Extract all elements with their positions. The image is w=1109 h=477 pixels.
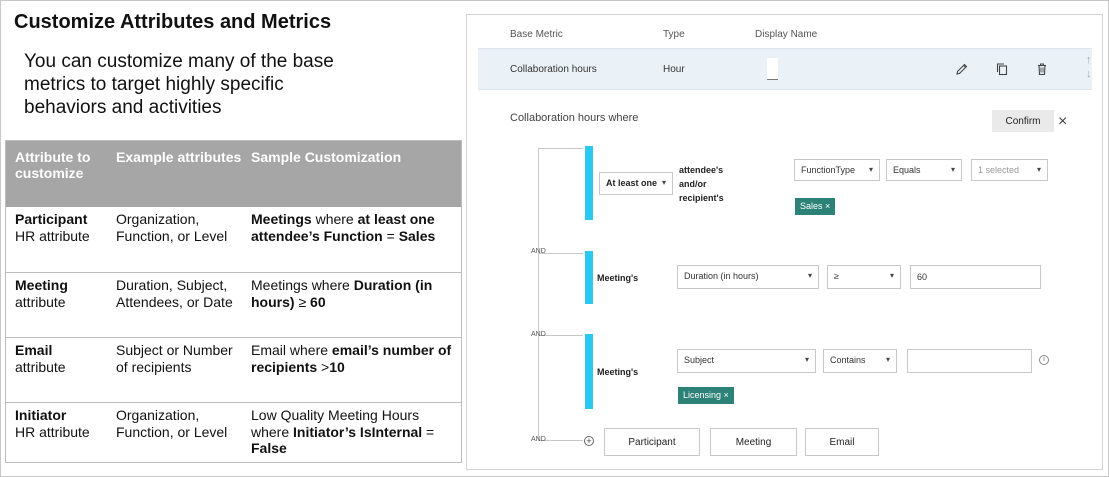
selected-tag[interactable]: Sales × — [795, 198, 836, 215]
example-attributes: Organization, Function, or Level — [116, 211, 228, 244]
info-icon[interactable]: i — [1039, 355, 1049, 365]
col-header-base-metric: Base Metric — [510, 29, 563, 40]
condition-label: Meeting's — [597, 273, 639, 283]
example-attributes: Duration, Subject, Attendees, or Date — [116, 277, 233, 310]
condition-marker — [585, 146, 593, 220]
condition-marker — [585, 334, 593, 409]
sample-segment: Meetings — [251, 211, 312, 227]
arrow-down-icon[interactable]: ↓ — [1086, 67, 1092, 81]
operator-dropdown[interactable]: ≥ ▾ — [827, 265, 901, 289]
page-title: Customize Attributes and Metrics — [14, 11, 332, 33]
and-label: AND — [531, 331, 546, 338]
sample-segment: Sales — [398, 227, 436, 244]
attribute-name: Participant — [15, 211, 88, 227]
attribute-kind: attribute — [15, 358, 66, 375]
tree-connector — [538, 148, 539, 440]
base-metric-value: Collaboration hours — [510, 64, 597, 75]
confirm-button[interactable]: Confirm — [992, 110, 1054, 132]
edit-icon[interactable] — [954, 61, 970, 77]
sample-segment: = — [422, 423, 435, 440]
field-dropdown[interactable]: FunctionType ▾ — [794, 159, 880, 181]
attribute-kind: HR attribute — [15, 227, 90, 244]
add-email-button[interactable]: Email — [805, 428, 879, 456]
chevron-down-icon: ▾ — [868, 165, 873, 174]
attribute-name: Email — [15, 342, 53, 358]
condition-heading: Collaboration hours where — [510, 112, 639, 124]
condition-label: Meeting's — [597, 367, 639, 377]
arrow-up-icon[interactable]: ↑ — [1086, 53, 1092, 67]
tag-remove-icon[interactable]: × — [825, 201, 830, 211]
value-input[interactable] — [907, 349, 1032, 373]
copy-icon[interactable] — [994, 61, 1010, 77]
sample-customization: Low Quality Meeting Hours where Initiato… — [243, 403, 461, 462]
table-row: Initiator HR attribute Organization, Func… — [6, 402, 461, 462]
table-row: Meeting attribute Duration, Subject, Atte… — [6, 272, 461, 337]
tag-remove-icon[interactable]: × — [724, 390, 729, 400]
chevron-down-icon: ▾ — [889, 271, 894, 280]
example-attributes: Organization, Function, or Level — [116, 407, 228, 440]
chevron-down-icon: ▾ — [804, 355, 809, 364]
col-header-display-name: Display Name — [755, 29, 818, 40]
and-label: AND — [531, 436, 546, 443]
table-header: Attribute to customize Example attribute… — [6, 141, 461, 207]
field-dropdown[interactable]: Subject ▾ — [677, 349, 816, 373]
sample-segment: = — [382, 227, 399, 244]
table-row: Email attribute Subject or Number of reci… — [6, 337, 461, 402]
header-attribute: Attribute to customize — [15, 149, 91, 181]
sample-segment: False — [251, 440, 287, 456]
delete-icon[interactable] — [1034, 61, 1050, 77]
add-participant-button[interactable]: Participant — [604, 428, 700, 456]
operator-dropdown[interactable]: Equals ▾ — [886, 159, 962, 181]
chevron-down-icon: ▾ — [950, 165, 955, 174]
col-header-type: Type — [663, 29, 685, 40]
metric-row[interactable]: Collaboration hours Hour ↑ ↓ — [478, 48, 1092, 90]
sample-customization: Email where email’s number of recipients… — [243, 338, 461, 402]
chevron-down-icon: ▾ — [661, 178, 666, 187]
attribute-name: Initiator — [15, 407, 67, 423]
field-dropdown[interactable]: Duration (in hours) ▾ — [677, 265, 819, 289]
attribute-kind: HR attribute — [15, 423, 90, 440]
value-multiselect[interactable]: 1 selected ▾ — [971, 159, 1048, 181]
chevron-down-icon: ▾ — [1036, 165, 1041, 174]
sample-segment: Meetings where — [251, 277, 354, 293]
attribute-kind: attribute — [15, 293, 66, 310]
value-input[interactable]: 60 — [910, 265, 1041, 289]
display-name-input[interactable] — [767, 58, 778, 80]
header-examples: Example attributes — [116, 149, 242, 165]
type-value: Hour — [663, 64, 685, 75]
header-sample: Sample Customization — [251, 149, 402, 165]
sample-segment: Initiator’s IsInternal — [293, 423, 423, 440]
selected-tag[interactable]: Licensing × — [678, 387, 734, 404]
sample-segment: > — [317, 358, 330, 375]
operator-dropdown[interactable]: Contains ▾ — [823, 349, 897, 373]
condition-label: attendee's and/or recipient's — [679, 165, 724, 203]
condition-marker — [585, 251, 593, 304]
add-condition-icon[interactable]: + — [584, 436, 594, 446]
example-attributes: Subject or Number of recipients — [116, 342, 233, 375]
table-row: Participant HR attribute Organization, Fu… — [6, 207, 461, 272]
sample-segment: ≥ — [294, 293, 311, 310]
chevron-down-icon: ▾ — [807, 271, 812, 280]
chevron-down-icon: ▾ — [885, 355, 890, 364]
sample-segment: 10 — [329, 358, 345, 375]
reorder-arrows[interactable]: ↑ ↓ — [1086, 53, 1092, 81]
sample-customization: Meetings where Duration (in hours) ≥ 60 — [243, 273, 461, 337]
attributes-table: Attribute to customize Example attribute… — [5, 140, 462, 463]
sample-segment: Email where — [251, 342, 332, 358]
metric-editor-panel: Base Metric Type Display Name Collaborat… — [466, 14, 1103, 470]
sample-segment: where — [311, 211, 358, 227]
add-meeting-button[interactable]: Meeting — [710, 428, 797, 456]
sample-segment: 60 — [310, 293, 326, 310]
attribute-name: Meeting — [15, 277, 68, 293]
close-icon[interactable]: × — [1058, 114, 1067, 130]
and-label: AND — [531, 248, 546, 255]
intro-text: You can customize many of the base metri… — [24, 51, 334, 118]
quantifier-dropdown[interactable]: At least one ▾ — [599, 172, 673, 195]
sample-customization: Meetings where at least one attendee’s F… — [243, 207, 461, 272]
